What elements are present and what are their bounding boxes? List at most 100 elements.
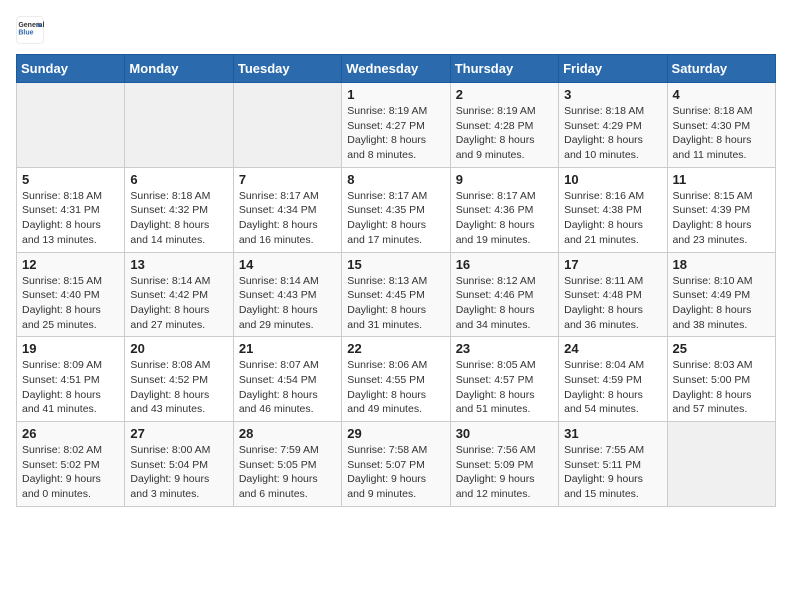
day-number: 4 bbox=[673, 87, 770, 102]
calendar-cell: 4 Sunrise: 8:18 AMSunset: 4:30 PMDaylight… bbox=[667, 83, 775, 168]
calendar-cell: 11 Sunrise: 8:15 AMSunset: 4:39 PMDayligh… bbox=[667, 167, 775, 252]
day-number: 21 bbox=[239, 341, 336, 356]
calendar-cell: 9Sunrise: 8:17 AMSunset: 4:36 PMDaylight… bbox=[450, 167, 558, 252]
day-number: 16 bbox=[456, 257, 553, 272]
cell-content: Sunrise: 8:18 AMSunset: 4:29 PMDaylight:… bbox=[564, 104, 661, 163]
calendar-cell: 15Sunrise: 8:13 AMSunset: 4:45 PMDayligh… bbox=[342, 252, 450, 337]
day-number: 1 bbox=[347, 87, 444, 102]
calendar-cell: 19 Sunrise: 8:09 AMSunset: 4:51 PMDayligh… bbox=[17, 337, 125, 422]
day-number: 24 bbox=[564, 341, 661, 356]
cell-content: Sunrise: 8:15 AMSunset: 4:39 PMDaylight:… bbox=[673, 189, 770, 248]
calendar-week-row: 26 Sunrise: 8:02 AMSunset: 5:02 PMDayligh… bbox=[17, 422, 776, 507]
day-number: 19 bbox=[22, 341, 119, 356]
calendar-cell: 30Sunrise: 7:56 AMSunset: 5:09 PMDayligh… bbox=[450, 422, 558, 507]
cell-content: Sunrise: 7:55 AMSunset: 5:11 PMDaylight:… bbox=[564, 443, 661, 502]
calendar-cell: 27 Sunrise: 8:00 AMSunset: 5:04 PMDayligh… bbox=[125, 422, 233, 507]
day-number: 7 bbox=[239, 172, 336, 187]
calendar-cell: 7 Sunrise: 8:17 AMSunset: 4:34 PMDaylight… bbox=[233, 167, 341, 252]
cell-content: Sunrise: 8:06 AMSunset: 4:55 PMDaylight:… bbox=[347, 358, 444, 417]
day-number: 12 bbox=[22, 257, 119, 272]
calendar-cell: 26 Sunrise: 8:02 AMSunset: 5:02 PMDayligh… bbox=[17, 422, 125, 507]
day-number: 6 bbox=[130, 172, 227, 187]
calendar-cell: 8Sunrise: 8:17 AMSunset: 4:35 PMDaylight… bbox=[342, 167, 450, 252]
calendar-cell: 25 Sunrise: 8:03 AMSunset: 5:00 PMDayligh… bbox=[667, 337, 775, 422]
weekday-header-sunday: Sunday bbox=[17, 55, 125, 83]
cell-content: Sunrise: 8:12 AMSunset: 4:46 PMDaylight:… bbox=[456, 274, 553, 333]
logo: General Blue bbox=[16, 16, 48, 44]
day-number: 28 bbox=[239, 426, 336, 441]
cell-content: Sunrise: 8:19 AMSunset: 4:27 PMDaylight:… bbox=[347, 104, 444, 163]
calendar-cell: 1 Sunrise: 8:19 AMSunset: 4:27 PMDaylight… bbox=[342, 83, 450, 168]
cell-content: Sunrise: 8:11 AMSunset: 4:48 PMDaylight:… bbox=[564, 274, 661, 333]
cell-content: Sunrise: 8:02 AMSunset: 5:02 PMDaylight:… bbox=[22, 443, 119, 502]
day-number: 26 bbox=[22, 426, 119, 441]
day-number: 31 bbox=[564, 426, 661, 441]
calendar-cell: 13 Sunrise: 8:14 AMSunset: 4:42 PMDayligh… bbox=[125, 252, 233, 337]
day-number: 3 bbox=[564, 87, 661, 102]
calendar-week-row: 12 Sunrise: 8:15 AMSunset: 4:40 PMDayligh… bbox=[17, 252, 776, 337]
weekday-header-row: SundayMondayTuesdayWednesdayThursdayFrid… bbox=[17, 55, 776, 83]
cell-content: Sunrise: 8:04 AMSunset: 4:59 PMDaylight:… bbox=[564, 358, 661, 417]
weekday-header-thursday: Thursday bbox=[450, 55, 558, 83]
cell-content: Sunrise: 8:18 AMSunset: 4:31 PMDaylight:… bbox=[22, 189, 119, 248]
calendar-cell: 14 Sunrise: 8:14 AMSunset: 4:43 PMDayligh… bbox=[233, 252, 341, 337]
day-number: 29 bbox=[347, 426, 444, 441]
day-number: 25 bbox=[673, 341, 770, 356]
cell-content: Sunrise: 8:09 AMSunset: 4:51 PMDaylight:… bbox=[22, 358, 119, 417]
calendar-cell: 22 Sunrise: 8:06 AMSunset: 4:55 PMDayligh… bbox=[342, 337, 450, 422]
cell-content: Sunrise: 8:17 AMSunset: 4:34 PMDaylight:… bbox=[239, 189, 336, 248]
day-number: 14 bbox=[239, 257, 336, 272]
cell-content: Sunrise: 8:15 AMSunset: 4:40 PMDaylight:… bbox=[22, 274, 119, 333]
calendar-week-row: 19 Sunrise: 8:09 AMSunset: 4:51 PMDayligh… bbox=[17, 337, 776, 422]
cell-content: Sunrise: 8:07 AMSunset: 4:54 PMDaylight:… bbox=[239, 358, 336, 417]
calendar-cell: 31 Sunrise: 7:55 AMSunset: 5:11 PMDayligh… bbox=[559, 422, 667, 507]
calendar-cell bbox=[667, 422, 775, 507]
day-number: 30 bbox=[456, 426, 553, 441]
calendar-cell: 18 Sunrise: 8:10 AMSunset: 4:49 PMDayligh… bbox=[667, 252, 775, 337]
cell-content: Sunrise: 8:10 AMSunset: 4:49 PMDaylight:… bbox=[673, 274, 770, 333]
weekday-header-wednesday: Wednesday bbox=[342, 55, 450, 83]
day-number: 22 bbox=[347, 341, 444, 356]
cell-content: Sunrise: 8:00 AMSunset: 5:04 PMDaylight:… bbox=[130, 443, 227, 502]
calendar-cell: 5 Sunrise: 8:18 AMSunset: 4:31 PMDaylight… bbox=[17, 167, 125, 252]
cell-content: Sunrise: 8:13 AMSunset: 4:45 PMDaylight:… bbox=[347, 274, 444, 333]
calendar-week-row: 1 Sunrise: 8:19 AMSunset: 4:27 PMDaylight… bbox=[17, 83, 776, 168]
calendar-cell bbox=[17, 83, 125, 168]
calendar-cell: 16 Sunrise: 8:12 AMSunset: 4:46 PMDayligh… bbox=[450, 252, 558, 337]
logo-icon: General Blue bbox=[16, 16, 44, 44]
calendar-cell: 29Sunrise: 7:58 AMSunset: 5:07 PMDayligh… bbox=[342, 422, 450, 507]
day-number: 23 bbox=[456, 341, 553, 356]
calendar-cell: 28 Sunrise: 7:59 AMSunset: 5:05 PMDayligh… bbox=[233, 422, 341, 507]
weekday-header-tuesday: Tuesday bbox=[233, 55, 341, 83]
day-number: 8 bbox=[347, 172, 444, 187]
calendar-cell: 24 Sunrise: 8:04 AMSunset: 4:59 PMDayligh… bbox=[559, 337, 667, 422]
calendar-cell: 23 Sunrise: 8:05 AMSunset: 4:57 PMDayligh… bbox=[450, 337, 558, 422]
weekday-header-monday: Monday bbox=[125, 55, 233, 83]
day-number: 20 bbox=[130, 341, 227, 356]
cell-content: Sunrise: 8:03 AMSunset: 5:00 PMDaylight:… bbox=[673, 358, 770, 417]
cell-content: Sunrise: 8:19 AMSunset: 4:28 PMDaylight:… bbox=[456, 104, 553, 163]
day-number: 17 bbox=[564, 257, 661, 272]
cell-content: Sunrise: 7:59 AMSunset: 5:05 PMDaylight:… bbox=[239, 443, 336, 502]
cell-content: Sunrise: 8:14 AMSunset: 4:43 PMDaylight:… bbox=[239, 274, 336, 333]
day-number: 11 bbox=[673, 172, 770, 187]
weekday-header-friday: Friday bbox=[559, 55, 667, 83]
calendar-cell: 10Sunrise: 8:16 AMSunset: 4:38 PMDayligh… bbox=[559, 167, 667, 252]
calendar-cell: 21 Sunrise: 8:07 AMSunset: 4:54 PMDayligh… bbox=[233, 337, 341, 422]
calendar-week-row: 5 Sunrise: 8:18 AMSunset: 4:31 PMDaylight… bbox=[17, 167, 776, 252]
header-area: General Blue bbox=[16, 16, 776, 44]
cell-content: Sunrise: 8:17 AMSunset: 4:36 PMDaylight:… bbox=[456, 189, 553, 248]
day-number: 18 bbox=[673, 257, 770, 272]
calendar-cell: 20Sunrise: 8:08 AMSunset: 4:52 PMDayligh… bbox=[125, 337, 233, 422]
cell-content: Sunrise: 8:18 AMSunset: 4:30 PMDaylight:… bbox=[673, 104, 770, 163]
calendar-cell bbox=[233, 83, 341, 168]
day-number: 5 bbox=[22, 172, 119, 187]
cell-content: Sunrise: 8:05 AMSunset: 4:57 PMDaylight:… bbox=[456, 358, 553, 417]
day-number: 13 bbox=[130, 257, 227, 272]
calendar-cell: 6 Sunrise: 8:18 AMSunset: 4:32 PMDaylight… bbox=[125, 167, 233, 252]
cell-content: Sunrise: 8:14 AMSunset: 4:42 PMDaylight:… bbox=[130, 274, 227, 333]
day-number: 27 bbox=[130, 426, 227, 441]
cell-content: Sunrise: 8:18 AMSunset: 4:32 PMDaylight:… bbox=[130, 189, 227, 248]
calendar-cell: 3 Sunrise: 8:18 AMSunset: 4:29 PMDaylight… bbox=[559, 83, 667, 168]
calendar-cell bbox=[125, 83, 233, 168]
